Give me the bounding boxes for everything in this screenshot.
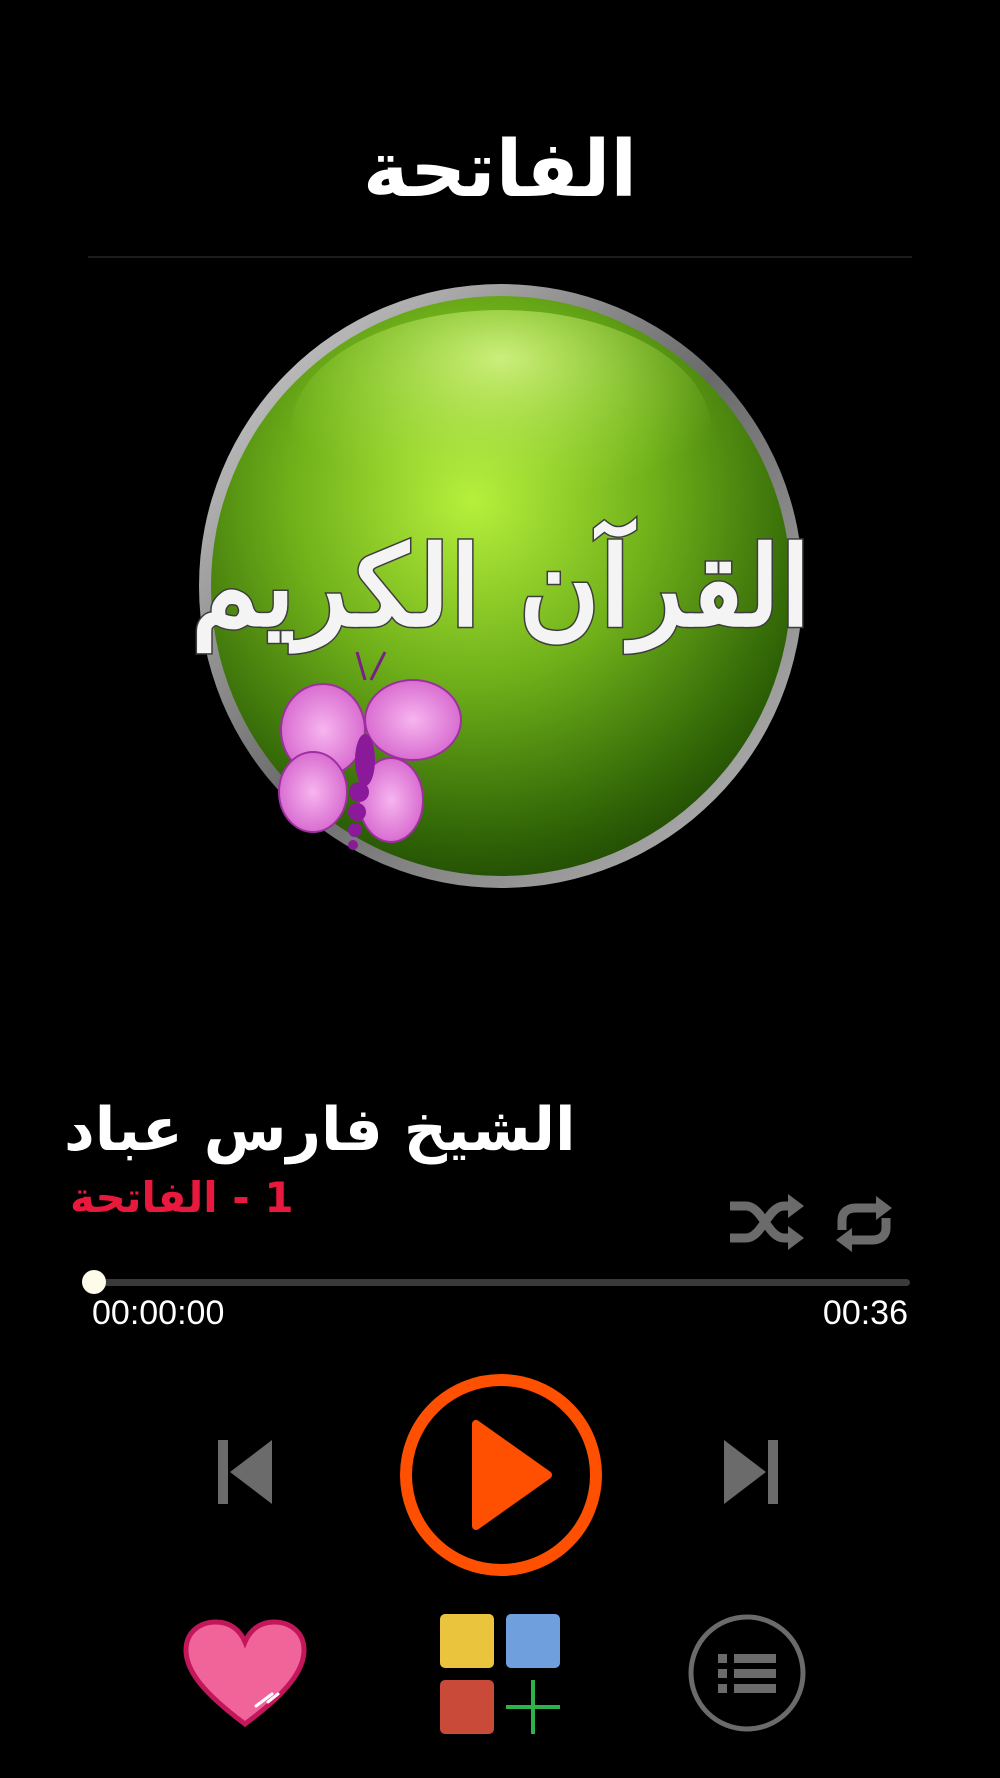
- shuffle-icon: [730, 1194, 804, 1250]
- shuffle-button[interactable]: [728, 1192, 804, 1252]
- previous-button[interactable]: [216, 1436, 276, 1508]
- skip-previous-icon: [218, 1440, 272, 1504]
- track-title: 1 - الفاتحة: [70, 1173, 294, 1222]
- play-icon: [400, 1374, 602, 1576]
- reciter-name: الشيخ فارس عباد: [64, 1095, 576, 1165]
- album-artwork: القرآن الكريم: [190, 280, 812, 892]
- page-title: الفاتحة: [362, 125, 638, 215]
- list-icon: [688, 1614, 806, 1732]
- title-divider: [88, 256, 912, 258]
- skip-next-icon: [724, 1440, 778, 1504]
- artwork-calligraphy: القرآن الكريم: [195, 518, 807, 654]
- color-palette-add-icon: [440, 1614, 560, 1734]
- repeat-icon: [836, 1196, 892, 1252]
- progress-track[interactable]: [94, 1279, 910, 1286]
- elapsed-time: 00:00:00: [92, 1294, 225, 1332]
- playlist-button[interactable]: [686, 1612, 808, 1734]
- heart-icon: [183, 1619, 307, 1728]
- repeat-button[interactable]: [832, 1194, 896, 1254]
- progress-thumb[interactable]: [82, 1270, 106, 1294]
- favorite-button[interactable]: [182, 1618, 308, 1730]
- next-button[interactable]: [720, 1436, 780, 1508]
- total-time: 00:36: [822, 1294, 908, 1332]
- artwork-gloss: [291, 310, 711, 550]
- themes-button[interactable]: [436, 1610, 564, 1738]
- play-button[interactable]: [398, 1372, 604, 1578]
